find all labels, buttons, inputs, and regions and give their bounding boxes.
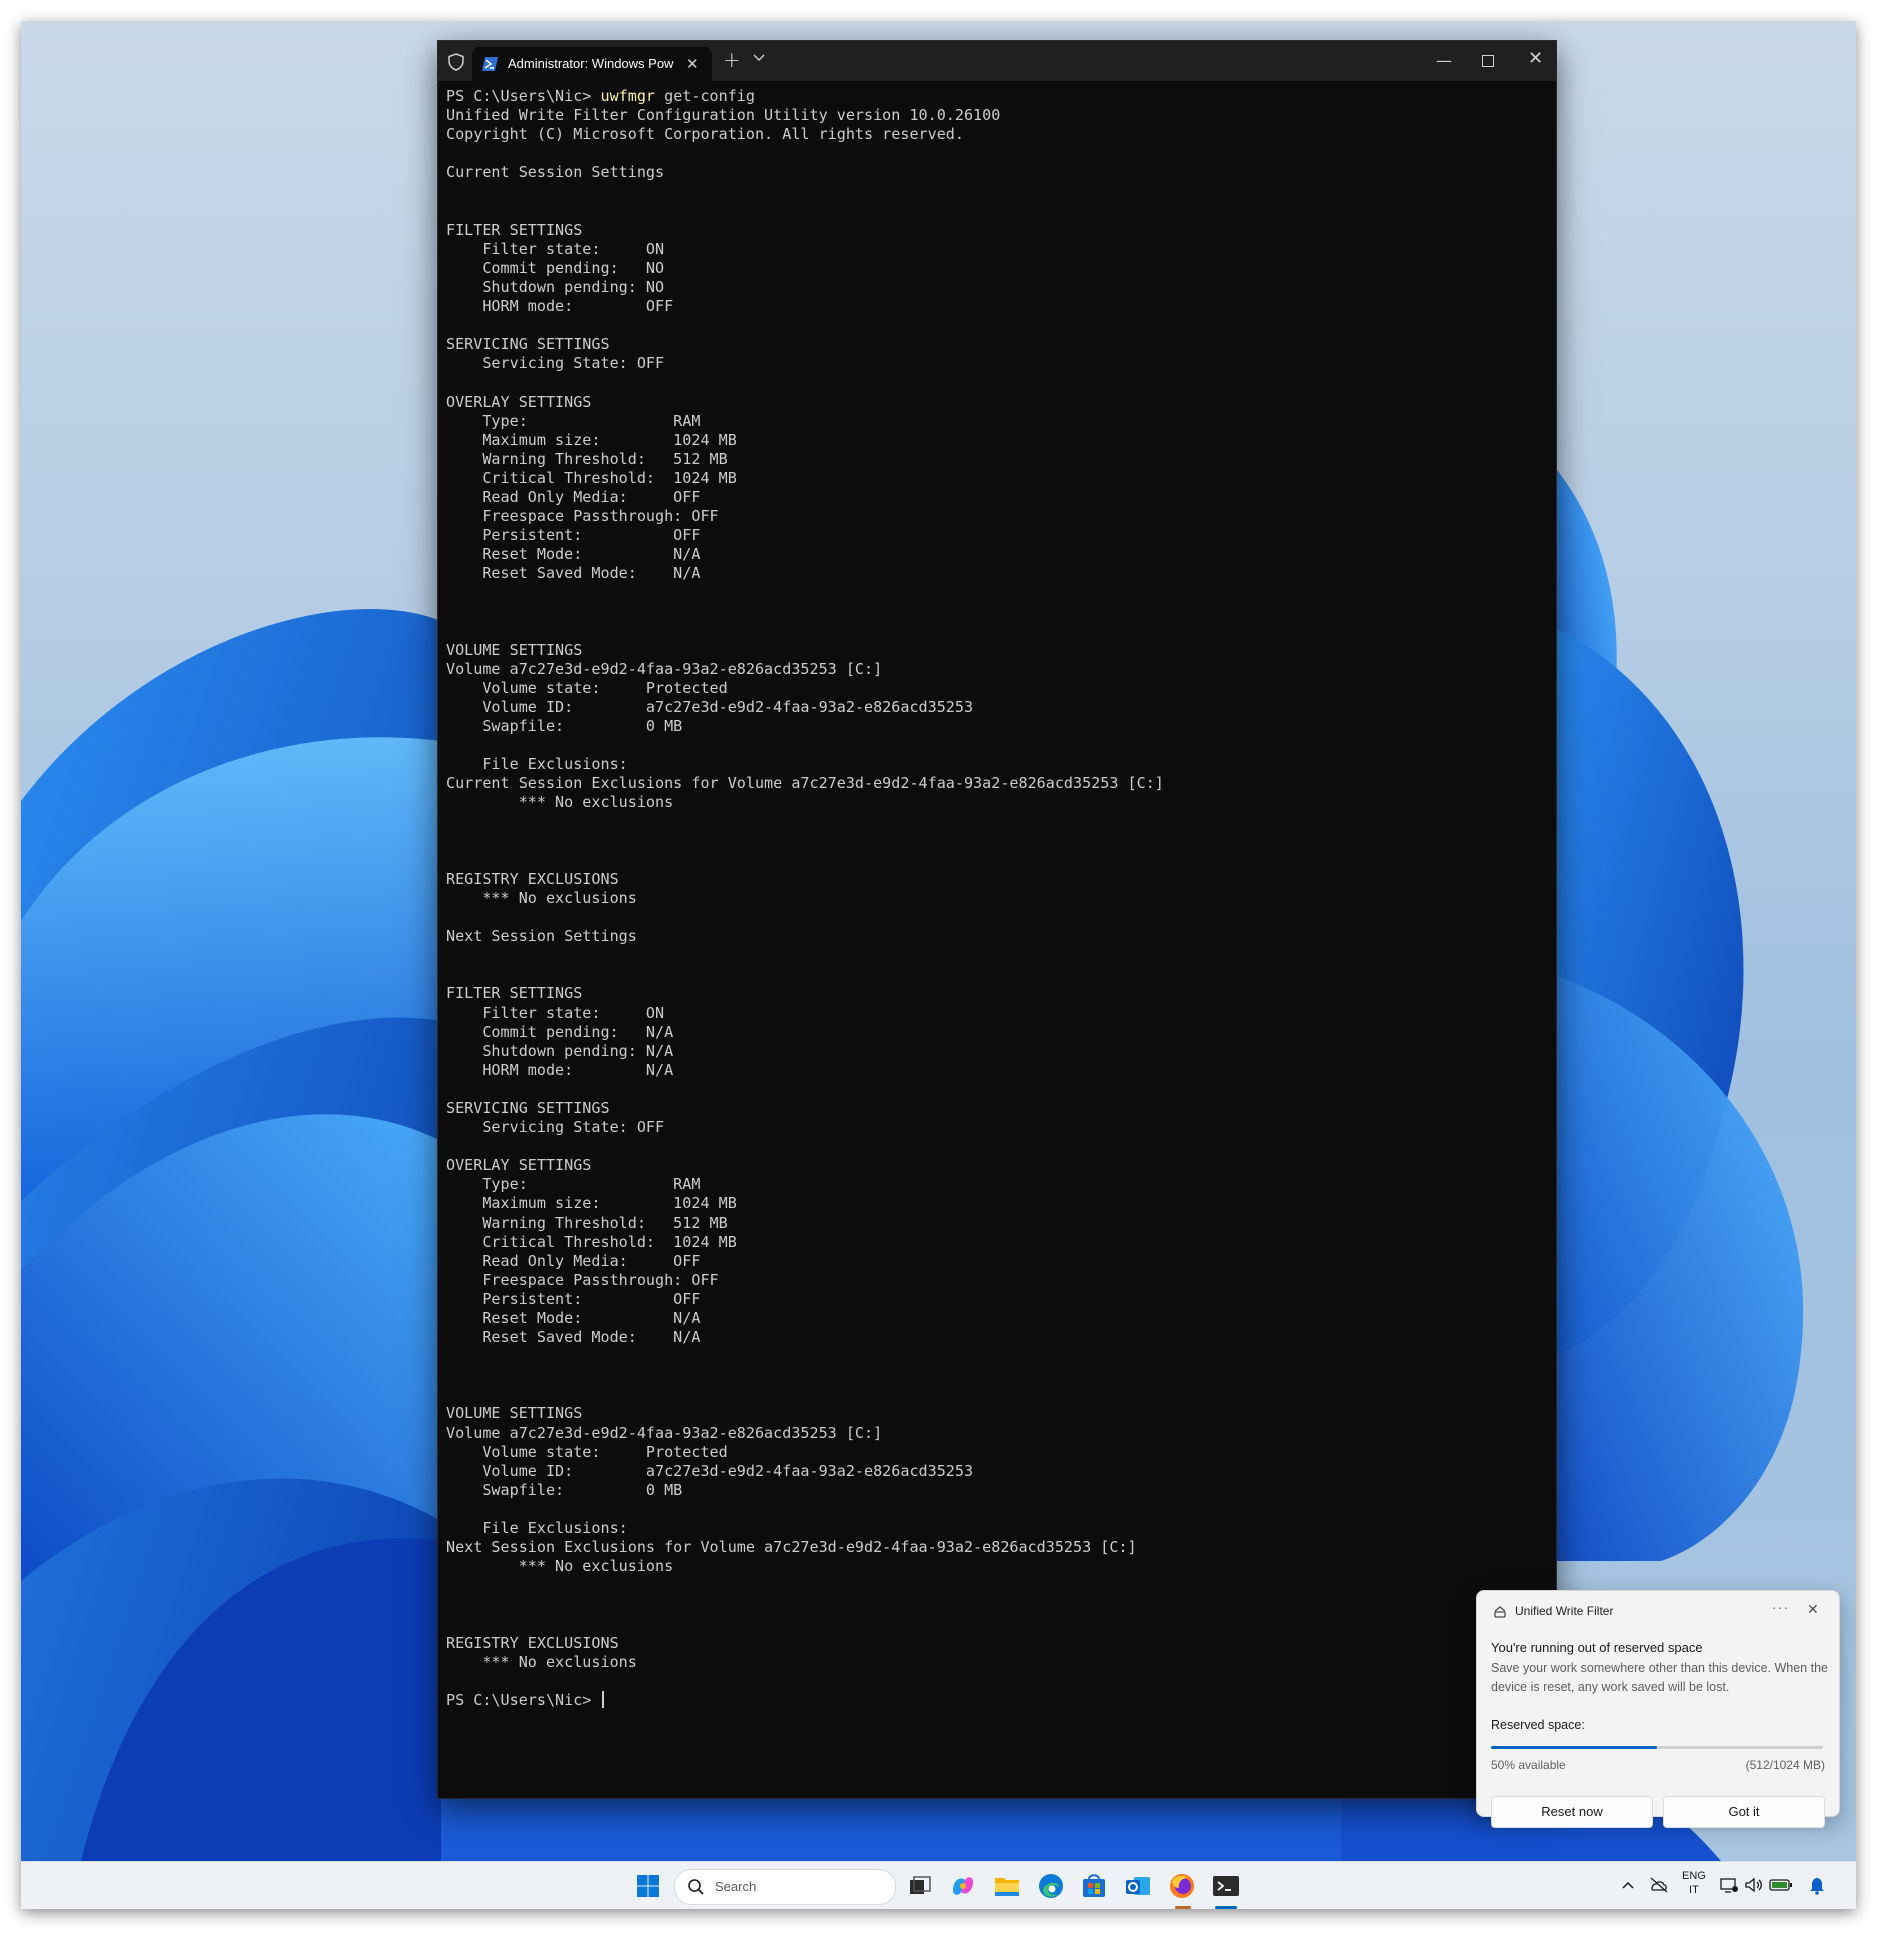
console-output[interactable]: PS C:\Users\Nic> uwfmgr get-config Unifi… xyxy=(446,87,1546,1787)
outlook-icon[interactable] xyxy=(1122,1870,1154,1902)
new-tab-icon[interactable]: + xyxy=(723,48,741,72)
final-prompt: PS C:\Users\Nic> xyxy=(446,1690,601,1709)
minimize-icon[interactable]: — xyxy=(1436,51,1452,70)
toast-heading: You're running out of reserved space xyxy=(1491,1640,1703,1655)
reserved-space-bar xyxy=(1491,1746,1823,1749)
toast-close-icon[interactable]: ✕ xyxy=(1807,1601,1819,1618)
size-text: (512/1024 MB) xyxy=(1745,1758,1825,1772)
toast-body: Save your work somewhere other than this… xyxy=(1491,1661,1828,1694)
taskbar: Search ENG IT xyxy=(21,1861,1856,1909)
more-options-icon[interactable]: ··· xyxy=(1772,1599,1789,1615)
admin-shield-icon xyxy=(448,53,464,71)
reserved-space-fill xyxy=(1491,1746,1657,1749)
network-icon[interactable] xyxy=(1719,1876,1739,1894)
store-icon[interactable] xyxy=(1078,1870,1110,1902)
start-icon[interactable] xyxy=(632,1870,664,1902)
search-icon xyxy=(688,1879,704,1895)
volume-icon[interactable] xyxy=(1744,1876,1764,1894)
terminal-running-indicator xyxy=(1215,1906,1237,1909)
battery-icon[interactable] xyxy=(1769,1877,1793,1893)
prompt: PS C:\Users\Nic> xyxy=(446,87,601,105)
text-cursor xyxy=(602,1690,605,1708)
uwf-notification-toast[interactable]: Unified Write Filter ··· ✕ You're runnin… xyxy=(1476,1590,1840,1828)
powershell-icon xyxy=(482,57,498,71)
file-explorer-icon[interactable] xyxy=(991,1870,1023,1902)
firefox-running-indicator xyxy=(1175,1906,1191,1909)
taskbar-search-box[interactable]: Search xyxy=(674,1869,896,1905)
available-text: 50% available xyxy=(1491,1758,1566,1772)
search-placeholder: Search xyxy=(715,1879,757,1894)
chevron-down-icon[interactable] xyxy=(753,53,765,63)
language-line1: ENG xyxy=(1682,1870,1706,1882)
firefox-icon[interactable] xyxy=(1166,1870,1198,1902)
tab-close-icon[interactable]: ✕ xyxy=(686,55,699,73)
copilot-icon[interactable] xyxy=(947,1870,979,1902)
desktop: Administrator: Windows Pow ✕ + — ✕ PS C:… xyxy=(21,21,1856,1909)
command-name: uwfmgr xyxy=(600,87,656,105)
command-output: Unified Write Filter Configuration Utili… xyxy=(446,106,1164,1671)
chevron-up-icon[interactable] xyxy=(1621,1879,1635,1891)
reset-now-button[interactable]: Reset now xyxy=(1491,1796,1653,1828)
notification-bell-icon[interactable] xyxy=(1808,1875,1826,1895)
tab-title: Administrator: Windows Pow xyxy=(508,56,674,71)
language-indicator[interactable]: ENG IT xyxy=(1682,1869,1706,1897)
got-it-button[interactable]: Got it xyxy=(1663,1796,1825,1828)
edge-icon[interactable] xyxy=(1035,1870,1067,1902)
terminal-window[interactable]: Administrator: Windows Pow ✕ + — ✕ PS C:… xyxy=(437,40,1557,1799)
close-window-icon[interactable]: ✕ xyxy=(1528,48,1543,69)
reserved-space-label: Reserved space: xyxy=(1491,1718,1585,1732)
language-line2: IT xyxy=(1689,1884,1699,1896)
terminal-icon[interactable] xyxy=(1210,1870,1242,1902)
task-view-icon[interactable] xyxy=(904,1870,936,1902)
uwf-app-icon xyxy=(1494,1606,1506,1618)
onedrive-off-icon[interactable] xyxy=(1649,1876,1669,1894)
title-bar[interactable]: Administrator: Windows Pow ✕ + — ✕ xyxy=(438,41,1556,81)
command-args: get-config xyxy=(655,87,755,105)
toast-app-name: Unified Write Filter xyxy=(1515,1604,1614,1618)
maximize-icon[interactable] xyxy=(1482,55,1494,67)
tab-powershell[interactable]: Administrator: Windows Pow ✕ xyxy=(472,47,712,81)
